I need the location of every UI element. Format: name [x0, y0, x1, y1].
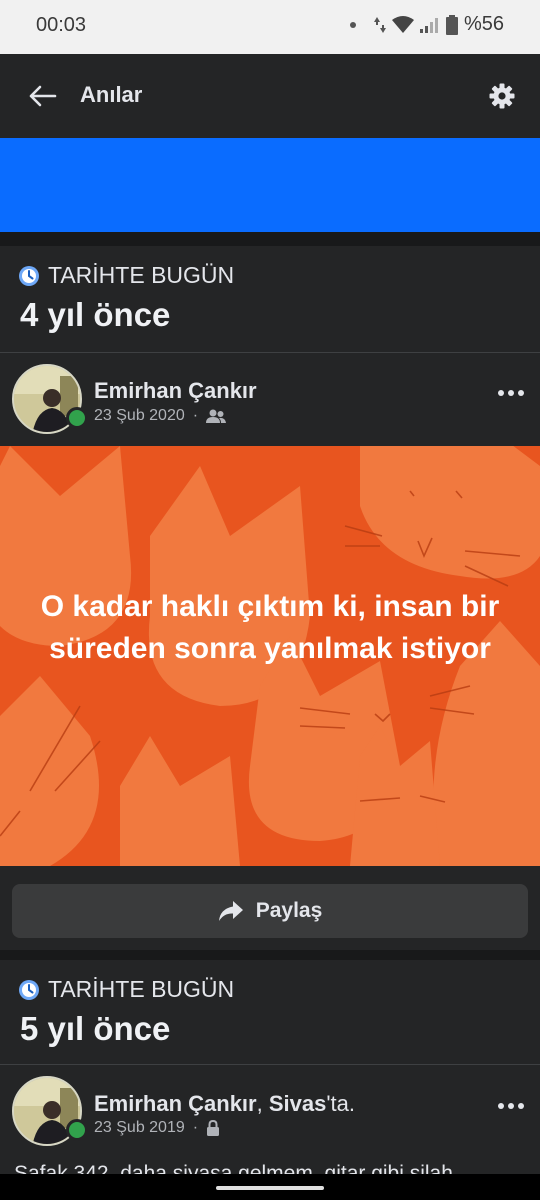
lock-icon	[207, 1120, 220, 1136]
post-date[interactable]: 23 Şub 2020	[94, 407, 185, 425]
meta-separator: ·	[192, 1119, 199, 1136]
kicker-label: TARİHTE BUGÜN	[48, 976, 235, 1002]
share-button[interactable]: Paylaş	[12, 884, 528, 938]
on-this-day-kicker: TARİHTE BUGÜN	[18, 262, 234, 289]
app-bar: Anılar	[0, 54, 540, 138]
memory-section-header: TARİHTE BUGÜN 4 yıl önce	[0, 246, 540, 352]
system-nav-bar	[0, 1174, 540, 1200]
meta-separator: ·	[192, 407, 199, 424]
page-title: Anılar	[80, 82, 143, 107]
settings-button[interactable]	[486, 80, 518, 112]
share-arrow-icon	[218, 901, 243, 921]
data-arrows-icon	[373, 16, 386, 33]
more-options-button[interactable]	[496, 378, 526, 408]
battery-level: %56	[463, 13, 504, 35]
post-author[interactable]: Emirhan Çankır	[94, 378, 257, 404]
clock-icon	[19, 265, 39, 286]
online-status-dot	[66, 1119, 88, 1141]
post-image-text: O kadar haklı çıktım ki, insan bir süred…	[40, 590, 500, 665]
post-header: Emirhan Çankır 23 Şub 2020 ·	[0, 353, 540, 446]
wifi-icon	[391, 15, 414, 33]
post-date[interactable]: 23 Şub 2019	[94, 1119, 185, 1137]
kicker-label: TARİHTE BUGÜN	[48, 262, 235, 288]
notification-dot-icon	[349, 21, 356, 28]
online-status-dot	[66, 407, 88, 429]
share-label: Paylaş	[255, 899, 323, 922]
post-header: Emirhan Çankır, Sivas'ta. 23 Şub 2019 ·	[0, 1065, 540, 1160]
years-ago-title: 5 yıl önce	[20, 1010, 171, 1047]
on-this-day-kicker: TARİHTE BUGÜN	[18, 976, 234, 1003]
years-ago-title: 4 yıl önce	[20, 296, 171, 333]
memory-section-header: TARİHTE BUGÜN 5 yıl önce	[0, 960, 540, 1064]
back-button[interactable]	[24, 78, 60, 114]
place-separator: ,	[256, 1091, 269, 1116]
post-author[interactable]: Emirhan Çankır	[94, 1091, 257, 1116]
arrow-left-icon	[29, 85, 57, 107]
status-time: 00:03	[36, 14, 87, 36]
blue-banner	[0, 138, 540, 232]
post-place[interactable]: Sivas	[269, 1091, 327, 1116]
post-author-line: Emirhan Çankır, Sivas'ta.	[94, 1091, 355, 1117]
more-dots-icon	[498, 1103, 524, 1109]
signal-icon	[419, 17, 438, 33]
battery-icon	[445, 14, 458, 35]
home-gesture-handle[interactable]	[216, 1186, 324, 1190]
clock-icon	[19, 979, 39, 1000]
share-area: Paylaş	[0, 866, 540, 950]
post-meta: 23 Şub 2019 ·	[94, 1119, 220, 1137]
place-suffix: 'ta.	[326, 1091, 356, 1116]
post-meta: 23 Şub 2020 ·	[94, 407, 227, 425]
more-options-button[interactable]	[496, 1091, 526, 1121]
status-icons: %56	[349, 13, 504, 36]
status-bar: 00:03 %56	[0, 0, 540, 54]
friends-icon	[206, 409, 227, 423]
more-dots-icon	[498, 390, 524, 396]
gear-icon	[489, 83, 515, 109]
